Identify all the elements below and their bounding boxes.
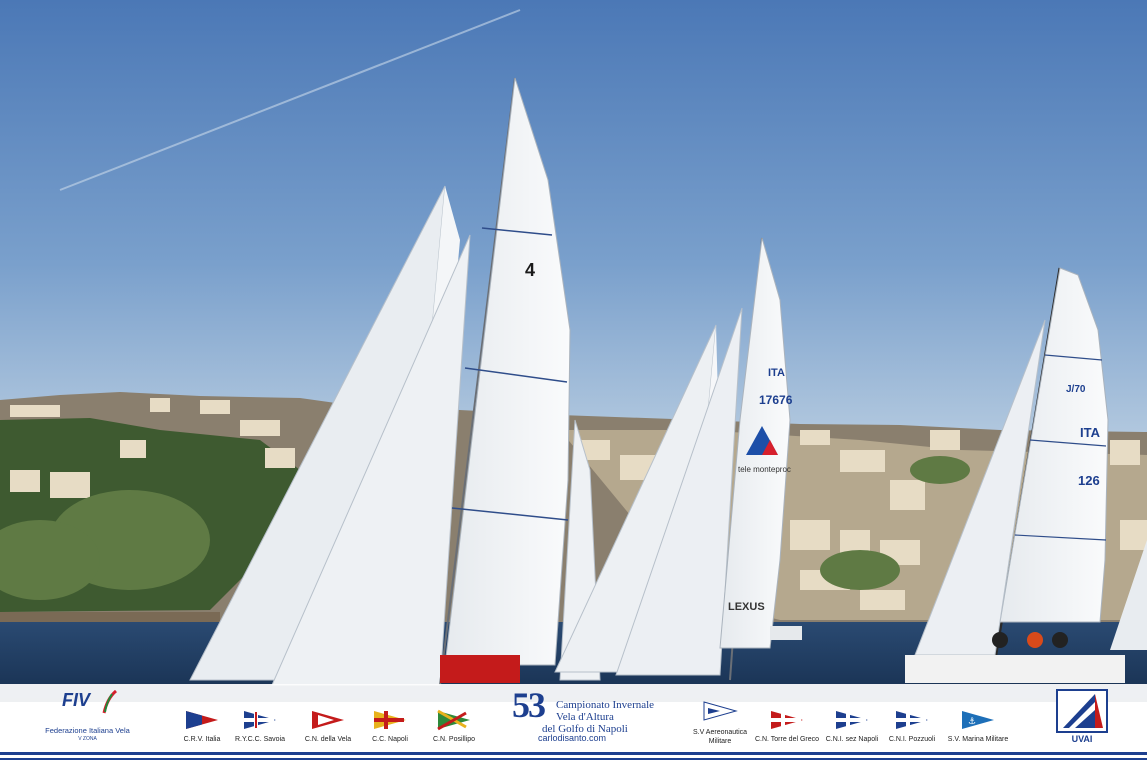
club-name: S.V Aereonautica Militare xyxy=(692,729,748,745)
motorboat xyxy=(770,626,802,640)
club-crv-italia: C.R.V. Italia xyxy=(180,684,224,744)
burgee-icon xyxy=(771,711,803,729)
sail-country-17676: ITA xyxy=(768,367,785,379)
sail-country-126: ITA xyxy=(1080,425,1101,440)
burgee-icon xyxy=(836,711,868,729)
sail-number-17676: 17676 xyxy=(759,393,793,407)
fiv-name: Federazione Italiana Vela xyxy=(45,726,130,735)
fiv-mark: FIV xyxy=(62,690,91,710)
club-name: C.N.I. Pozzuoli xyxy=(888,736,936,743)
event-logo: 53 Campionato Invernale Vela d'Altura de… xyxy=(510,684,654,748)
club-sv-marina-militare: ⚓ S.V. Marina Militare xyxy=(944,684,1012,744)
sail-lexus-17676: LEXUS xyxy=(728,601,765,613)
sail-sponsor-17676: tele monteproc xyxy=(738,465,791,474)
burgee-icon: ⚓ xyxy=(962,711,994,729)
club-name: C.N. Torre del Greco xyxy=(754,736,820,743)
club-sv-aereonautica: S.V Aereonautica Militare xyxy=(690,684,750,746)
club-cc-napoli: C.C. Napoli xyxy=(368,684,412,744)
regatta-photo: 4 ITA 17676 tele monteproc LEXUS J/70 IT… xyxy=(0,0,1147,702)
club-cn-posillipo: C.N. Posillipo xyxy=(430,684,478,744)
fiv-logo: FIV Federazione Italiana Vela V ZONA xyxy=(40,686,135,744)
fiv-zone: V ZONA xyxy=(78,736,97,742)
club-name: C.R.V. Italia xyxy=(183,736,221,743)
bottom-stripe xyxy=(0,758,1147,760)
club-name: S.V. Marina Militare xyxy=(947,736,1009,743)
club-cn-della-vela: C.N. della Vela xyxy=(302,684,354,744)
club-cni-napoli: C.N.I. sez Napoli xyxy=(824,684,880,744)
uvai-sail-icon xyxy=(1056,689,1108,733)
sail-class-126: J/70 xyxy=(1066,384,1086,395)
club-cni-pozzuoli: C.N.I. Pozzuoli xyxy=(886,684,938,744)
event-website: carlodisanto.com xyxy=(538,733,607,743)
fiv-swoosh-icon xyxy=(102,690,118,714)
event-title-line2: Vela d'Altura xyxy=(556,711,614,723)
uvai-logo: UVAI xyxy=(1055,688,1109,746)
event-title-line1: Campionato Invernale xyxy=(556,699,655,711)
sky xyxy=(0,0,1147,440)
sail-number-4: 4 xyxy=(525,260,535,280)
club-name: C.N. della Vela xyxy=(304,736,352,743)
club-rycc-savoia: R.Y.C.C. Savoia xyxy=(234,684,286,744)
sail-number-126: 126 xyxy=(1078,473,1100,488)
uvai-label: UVAI xyxy=(1071,734,1093,744)
club-name: R.Y.C.C. Savoia xyxy=(234,736,286,743)
club-name: C.N.I. sez Napoli xyxy=(825,736,879,743)
event-number: 53 xyxy=(512,685,546,725)
burgee-icon xyxy=(312,711,344,729)
burgee-icon xyxy=(186,711,218,729)
burgee-icon xyxy=(244,711,276,729)
burgee-icon xyxy=(896,711,928,729)
club-name: C.C. Napoli xyxy=(372,736,408,743)
burgee-icon xyxy=(437,709,470,731)
svg-text:⚓: ⚓ xyxy=(968,717,976,727)
club-cn-torre-del-greco: C.N. Torre del Greco xyxy=(754,684,820,744)
sponsor-bar: FIV Federazione Italiana Vela V ZONA C.R… xyxy=(0,684,1147,765)
club-name: C.N. Posillipo xyxy=(432,736,475,743)
bottom-stripe xyxy=(0,752,1147,755)
burgee-icon xyxy=(374,711,406,729)
burgee-icon xyxy=(703,701,738,721)
